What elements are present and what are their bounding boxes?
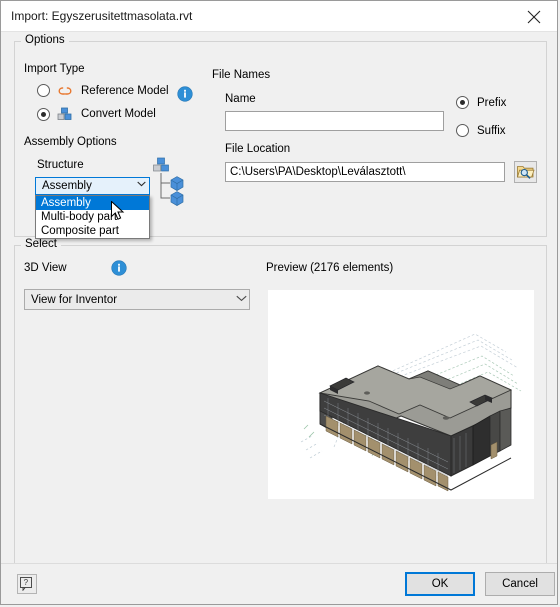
close-button[interactable] (512, 1, 557, 31)
title-bar: Import: Egyszerusitettmasolata.rvt (1, 1, 557, 32)
view3d-combobox-value: View for Inventor (31, 293, 118, 306)
cancel-button-label: Cancel (502, 578, 538, 590)
view3d-combobox[interactable]: View for Inventor (24, 289, 250, 310)
radio-reference-model-label: Reference Model (81, 84, 169, 97)
ok-button-label: OK (431, 578, 449, 590)
select-group-label: Select (21, 238, 61, 250)
link-chain-icon (57, 85, 73, 97)
import-type-label: Import Type (24, 63, 85, 75)
view3d-label: 3D View (24, 262, 67, 274)
dropdown-item-assembly[interactable]: Assembly (36, 196, 149, 210)
name-label: Name (225, 93, 256, 105)
file-location-value: C:\Users\PA\Desktop\Leválasztott\ (230, 166, 406, 178)
file-names-label: File Names (212, 69, 271, 81)
page-title: Import: Egyszerusitettmasolata.rvt (11, 9, 193, 23)
structure-label: Structure (37, 159, 84, 171)
close-icon (527, 10, 541, 24)
info-icon-import-type[interactable] (177, 86, 193, 102)
radio-convert-model[interactable]: Convert Model (37, 107, 156, 121)
ok-button[interactable]: OK (405, 572, 475, 596)
dropdown-item-composite-part[interactable]: Composite part (36, 224, 149, 238)
structure-combobox-value: Assembly (42, 180, 92, 192)
assembly-tree-icon (151, 157, 191, 212)
name-input[interactable] (225, 111, 444, 131)
radio-reference-model[interactable]: Reference Model (37, 84, 169, 97)
footer-bar: ? OK Cancel (1, 563, 557, 604)
file-location-label: File Location (225, 143, 291, 155)
radio-convert-model-indicator[interactable] (37, 107, 50, 121)
structure-dropdown-list[interactable]: Assembly Multi-body part Composite part (35, 195, 150, 239)
radio-suffix-label: Suffix (477, 124, 506, 137)
assembly-options-label: Assembly Options (24, 136, 117, 148)
radio-reference-model-indicator[interactable] (37, 84, 50, 97)
radio-convert-model-label: Convert Model (81, 108, 156, 120)
browse-folder-button[interactable] (514, 161, 537, 183)
radio-suffix[interactable]: Suffix (456, 124, 506, 137)
radio-suffix-indicator[interactable] (456, 124, 469, 137)
blocks-icon (57, 107, 73, 121)
info-icon-view3d[interactable] (111, 260, 127, 276)
options-group-label: Options (21, 34, 69, 46)
folder-browse-icon (516, 166, 535, 179)
svg-text:?: ? (24, 578, 29, 587)
preview-image (268, 290, 534, 499)
help-icon: ? (20, 577, 32, 591)
structure-combobox[interactable]: Assembly (35, 177, 150, 195)
import-dialog: Import: Egyszerusitettmasolata.rvt Optio… (0, 0, 558, 605)
file-location-input[interactable]: C:\Users\PA\Desktop\Leválasztott\ (225, 162, 505, 182)
preview-label: Preview (2176 elements) (266, 262, 394, 274)
radio-prefix-label: Prefix (477, 96, 507, 109)
dropdown-item-multi-body-part[interactable]: Multi-body part (36, 210, 149, 224)
help-button[interactable]: ? (17, 574, 37, 594)
cancel-button[interactable]: Cancel (485, 572, 555, 596)
radio-prefix-indicator[interactable] (456, 96, 469, 109)
radio-prefix[interactable]: Prefix (456, 96, 506, 109)
